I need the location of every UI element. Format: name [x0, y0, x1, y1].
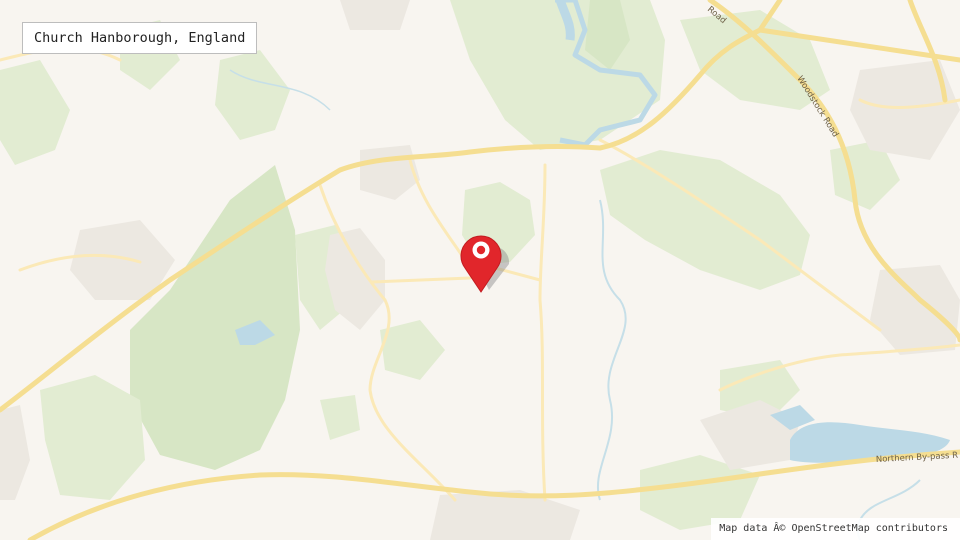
map-canvas[interactable]: Road Woodstock Road Northern By-pass R — [0, 0, 960, 540]
map-attribution[interactable]: Map data Â© OpenStreetMap contributors — [711, 518, 960, 540]
location-title: Church Hanborough, England — [22, 22, 258, 54]
